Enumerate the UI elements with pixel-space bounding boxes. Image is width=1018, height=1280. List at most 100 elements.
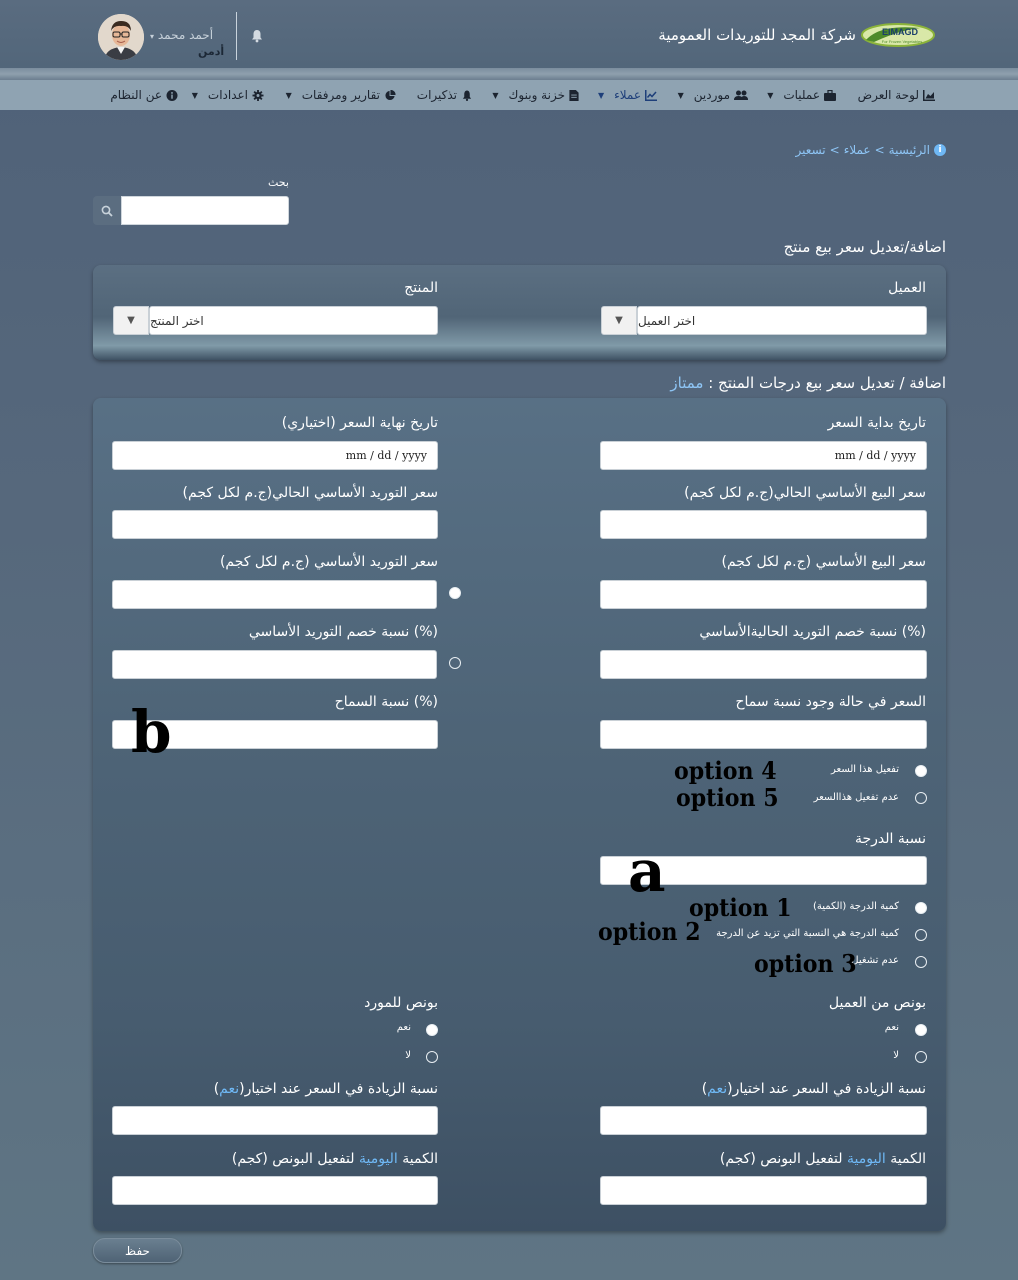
client-increase-pct-label: نسبة الزيادة في السعر عند اختيار(نعم) xyxy=(702,1081,926,1097)
grade-qty-label: كمية الدرجة (الكمية) xyxy=(812,901,899,912)
section-title-product-price: اضافة/تعديل سعر بيع منتج xyxy=(783,238,946,256)
supplier-increase-pct-input[interactable] xyxy=(112,1106,438,1135)
end-date-label: تاريخ نهاية السعر (اختياري) xyxy=(281,415,438,431)
supplier-increase-pct-label: نسبة الزيادة في السعر عند اختيار(نعم) xyxy=(214,1081,438,1097)
nav-reports-label: تقارير ومرفقات xyxy=(301,88,380,102)
deactivate-price-radio[interactable] xyxy=(915,792,927,804)
client-bonus-no-radio[interactable] xyxy=(915,1051,927,1063)
supplier-daily-qty-input[interactable] xyxy=(112,1176,438,1205)
client-daily-qty-input[interactable] xyxy=(600,1176,927,1205)
label-highlight: نعم xyxy=(707,1081,728,1097)
nav-settings-label: اعدادات xyxy=(207,88,248,102)
supplier-bonus-no-radio[interactable] xyxy=(426,1051,438,1063)
start-date-input[interactable]: mm / dd / yyyy xyxy=(600,441,927,470)
product-select[interactable]: اختر المنتج xyxy=(149,306,438,335)
supplier-bonus-yes-label: نعم xyxy=(396,1022,411,1033)
current-supply-discount-label: (%) نسبة خصم التوريد الحاليةالأساسي xyxy=(699,624,926,640)
nav-settings[interactable]: اعدادات ▼ xyxy=(192,86,264,104)
search-input[interactable] xyxy=(121,196,289,225)
current-supply-price-input[interactable] xyxy=(112,510,438,539)
tolerance-pct-label: (%) نسبة السماح xyxy=(334,694,438,710)
label-suffix: لتفعيل البونص (كجم) xyxy=(231,1151,355,1167)
label-highlight: نعم xyxy=(219,1081,240,1097)
annotation-option-3: option 3 xyxy=(754,949,857,978)
chart-pie-icon xyxy=(385,89,396,100)
client-bonus-yes-label: نعم xyxy=(884,1022,899,1033)
breadcrumb-clients[interactable]: عملاء xyxy=(844,143,871,157)
base-supply-price-input[interactable] xyxy=(112,580,437,609)
grade-qty-exceed-label: كمية الدرجة هي النسبة التي تزيد عن الدرج… xyxy=(716,928,899,939)
price-mode-radio-base[interactable] xyxy=(449,587,461,599)
tolerance-price-input[interactable] xyxy=(600,720,927,749)
price-mode-radio-discount[interactable] xyxy=(449,657,461,669)
client-select-toggle[interactable]: ▼ xyxy=(601,306,637,335)
current-supply-discount-input[interactable] xyxy=(600,650,927,679)
chart-area-icon xyxy=(923,89,935,101)
start-date-label: تاريخ بداية السعر xyxy=(827,415,926,431)
file-invoice-icon xyxy=(569,89,579,101)
no-operation-radio[interactable] xyxy=(915,956,927,968)
client-bonus-yes-radio[interactable] xyxy=(915,1024,927,1036)
nav-dashboard[interactable]: لوحة العرض xyxy=(858,86,935,104)
bell-icon xyxy=(462,89,472,101)
nav-reports[interactable]: تقارير ومرفقات ▼ xyxy=(286,86,396,104)
nav-suppliers[interactable]: موردين ▼ xyxy=(678,86,748,104)
breadcrumb-home[interactable]: الرئيسية xyxy=(889,143,930,157)
nav-reminders-label: تذكيرات xyxy=(416,88,457,102)
company-logo[interactable]: ElMAGD For Frozen Vegetables xyxy=(860,20,938,50)
supply-discount-label: (%) نسبة خصم التوريد الأساسي xyxy=(248,624,438,640)
supplier-bonus-yes-radio[interactable] xyxy=(426,1024,438,1036)
grade-name: ممتاز xyxy=(670,374,704,392)
label-prefix: نسبة الزيادة في السعر عند اختيار( xyxy=(239,1081,438,1097)
activate-price-label: تفعيل هذا السعر xyxy=(830,764,899,775)
annotation-option-5: option 5 xyxy=(676,783,779,812)
supply-discount-input[interactable] xyxy=(112,650,437,679)
section-title-grade-price: اضافة / تعديل سعر بيع درجات المنتج : ممت… xyxy=(670,374,946,392)
end-date-input[interactable]: mm / dd / yyyy xyxy=(112,441,438,470)
section-title-prefix: اضافة / تعديل سعر بيع درجات المنتج : xyxy=(708,374,946,392)
base-sale-price-label: سعر البيع الأساسي (ج.م لكل كجم) xyxy=(721,554,926,570)
user-menu-toggle[interactable]: ▾ أحمد محمد xyxy=(150,28,213,42)
caret-down-icon: ▼ xyxy=(767,90,774,100)
nav-clients-label: عملاء xyxy=(614,88,641,102)
user-role: أدمن xyxy=(198,45,225,58)
logo-text: ElMAGD xyxy=(882,27,919,37)
nav-operations-label: عمليات xyxy=(783,88,820,102)
caret-down-icon: ▼ xyxy=(615,315,623,326)
client-daily-qty-label: الكمية اليومية لتفعيل البونص (كجم) xyxy=(720,1151,926,1167)
product-select-toggle[interactable]: ▼ xyxy=(113,306,149,335)
client-increase-pct-input[interactable] xyxy=(600,1106,927,1135)
caret-down-icon: ▼ xyxy=(677,90,684,100)
label-prefix: الكمية xyxy=(402,1151,438,1167)
nav-clients[interactable]: عملاء ▼ xyxy=(598,86,657,104)
annotation-a: a xyxy=(628,837,666,905)
base-sale-price-input[interactable] xyxy=(600,580,927,609)
search-button[interactable] xyxy=(93,196,121,225)
caret-down-icon: ▼ xyxy=(127,315,135,326)
client-select[interactable]: اختر العميل xyxy=(637,306,927,335)
nav-dashboard-label: لوحة العرض xyxy=(857,88,919,102)
current-sale-price-input[interactable] xyxy=(600,510,927,539)
nav-reminders[interactable]: تذكيرات xyxy=(417,86,473,104)
supplier-bonus-no-label: لا xyxy=(405,1050,411,1061)
company-name: شركة المجد للتوريدات العمومية xyxy=(658,26,856,44)
label-highlight: اليومية xyxy=(846,1151,886,1167)
grade-qty-exceed-radio[interactable] xyxy=(915,929,927,941)
nav-operations[interactable]: عمليات ▼ xyxy=(767,86,836,104)
label-highlight: اليومية xyxy=(358,1151,398,1167)
grade-qty-radio[interactable] xyxy=(915,902,927,914)
no-operation-label: عدم تشغيل xyxy=(851,955,899,966)
chevron-down-icon: ▾ xyxy=(150,32,155,41)
grade-pct-label: نسبة الدرجة xyxy=(855,831,926,847)
deactivate-price-label: عدم تفعيل هذاالسعر xyxy=(813,792,899,803)
caret-down-icon: ▼ xyxy=(492,90,499,100)
caret-down-icon: ▼ xyxy=(597,90,605,100)
notification-bell-icon[interactable] xyxy=(250,29,264,43)
info-icon xyxy=(166,89,178,101)
save-button[interactable]: حفظ xyxy=(93,1238,182,1263)
user-avatar[interactable] xyxy=(98,14,144,60)
nav-treasury[interactable]: خزنة وبنوك ▼ xyxy=(492,86,579,104)
label-suffix: لتفعيل البونص (كجم) xyxy=(719,1151,843,1167)
nav-about[interactable]: عن النظام xyxy=(110,86,178,104)
activate-price-radio[interactable] xyxy=(915,765,927,777)
